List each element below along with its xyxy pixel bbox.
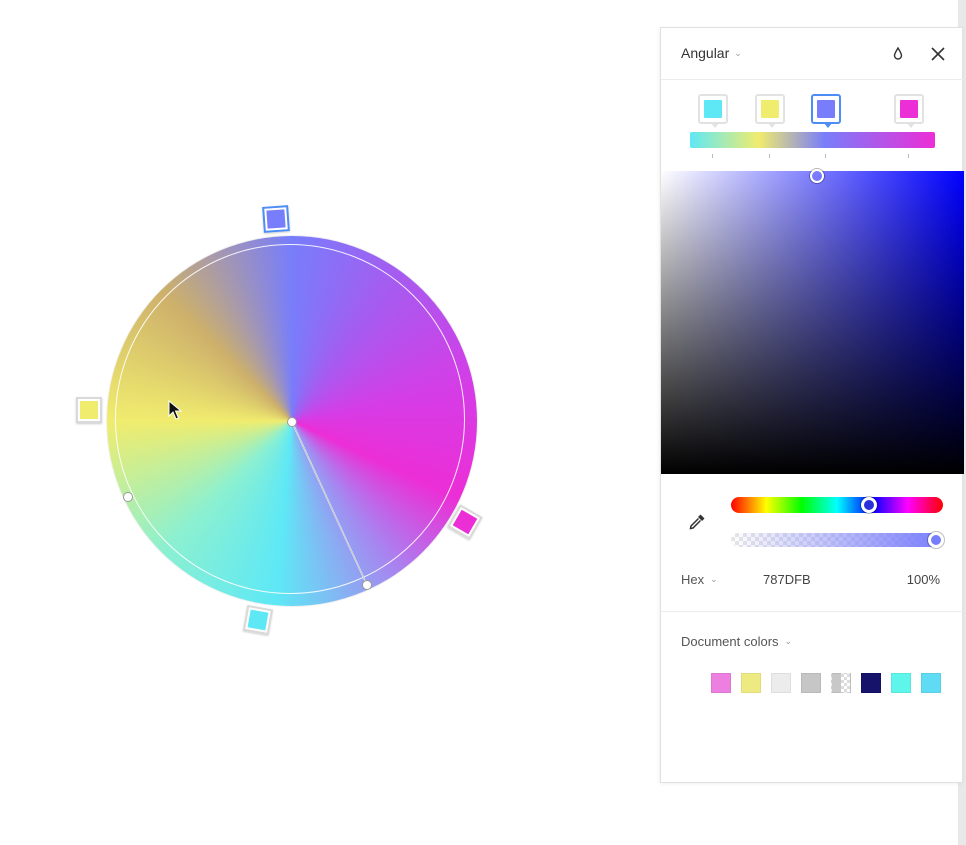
- drop-icon[interactable]: [890, 45, 906, 63]
- stop-swatch: [704, 100, 722, 118]
- gradient-center-handle[interactable]: [287, 417, 297, 427]
- opacity-slider[interactable]: [731, 532, 944, 548]
- divider: [661, 611, 964, 612]
- wheel-stop-swatch: [80, 401, 98, 419]
- mouse-cursor-icon: [168, 400, 183, 420]
- chevron-down-icon: ⌄: [734, 47, 742, 58]
- color-value-row: Hex ⌄ 787DFB 100%: [661, 570, 964, 590]
- stop-swatch: [761, 100, 779, 118]
- gradient-angle-handle[interactable]: [362, 580, 372, 590]
- color-format-label: Hex: [681, 572, 705, 587]
- wheel-stop-yellow[interactable]: [76, 397, 102, 423]
- document-color-swatch[interactable]: [831, 673, 851, 693]
- gradient-stop-purple[interactable]: [811, 94, 841, 128]
- stop-tick: [769, 154, 770, 158]
- stop-tick: [712, 154, 713, 158]
- stop-swatch: [817, 100, 835, 118]
- document-color-swatch[interactable]: [771, 673, 791, 693]
- document-color-swatch[interactable]: [741, 673, 761, 693]
- wheel-stop-cyan[interactable]: [242, 604, 274, 636]
- chevron-down-icon: ⌄: [710, 574, 718, 584]
- document-color-swatch[interactable]: [921, 673, 941, 693]
- gradient-stop-magenta[interactable]: [894, 94, 924, 128]
- gradient-type-label: Angular: [681, 45, 730, 61]
- document-color-swatch[interactable]: [861, 673, 881, 693]
- document-color-swatch[interactable]: [801, 673, 821, 693]
- opacity-slider-thumb[interactable]: [928, 532, 944, 548]
- wheel-stop-swatch: [266, 209, 286, 229]
- stop-tick: [825, 154, 826, 158]
- wheel-stop-purple[interactable]: [262, 205, 290, 233]
- wheel-stop-swatch: [247, 609, 269, 631]
- saturation-brightness-handle[interactable]: [810, 169, 824, 183]
- document-color-swatch[interactable]: [891, 673, 911, 693]
- wheel-stop-swatch: [452, 509, 478, 535]
- close-icon[interactable]: [929, 45, 947, 63]
- chevron-down-icon: ⌄: [784, 636, 793, 646]
- gradient-type-dropdown[interactable]: Angular ⌄: [681, 45, 742, 61]
- saturation-brightness-picker[interactable]: [661, 169, 964, 474]
- opacity-input[interactable]: 100%: [907, 572, 940, 587]
- hue-slider-thumb[interactable]: [861, 497, 877, 513]
- document-colors-label: Document colors: [681, 634, 779, 649]
- gradient-stop-yellow[interactable]: [755, 94, 785, 128]
- document-color-swatch[interactable]: [711, 673, 731, 693]
- color-format-dropdown[interactable]: Hex ⌄: [681, 572, 718, 587]
- stop-tick: [908, 154, 909, 158]
- stop-swatch: [900, 100, 918, 118]
- eyedropper-icon[interactable]: [687, 512, 707, 532]
- gradient-stop-ticks: [690, 154, 935, 160]
- panel-header: Angular ⌄: [661, 28, 964, 80]
- color-picker-panel: Angular ⌄ Hex ⌄ 787DFB 100% Document col…: [660, 27, 964, 783]
- gradient-stops-row: [661, 88, 964, 128]
- gradient-radius-handle[interactable]: [123, 492, 133, 502]
- canvas[interactable]: [0, 0, 650, 845]
- gradient-stop-cyan[interactable]: [698, 94, 728, 128]
- hex-input[interactable]: 787DFB: [763, 572, 811, 587]
- gradient-preview-bar[interactable]: [690, 132, 935, 148]
- hue-slider[interactable]: [731, 497, 943, 513]
- document-colors-dropdown[interactable]: Document colors ⌄: [681, 634, 792, 649]
